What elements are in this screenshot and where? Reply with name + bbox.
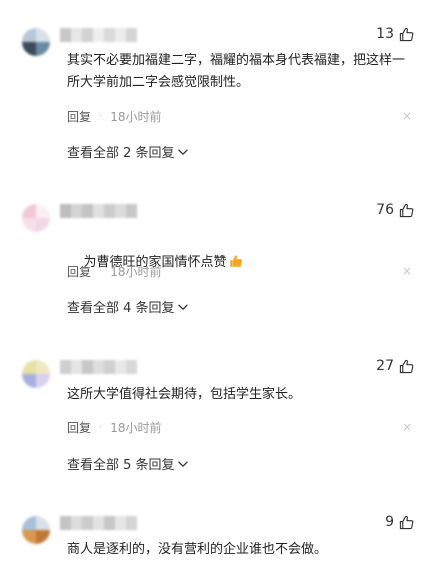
see-all-replies-button[interactable]: 查看全部 5 条回复 xyxy=(67,454,188,473)
chevron-down-icon xyxy=(177,304,188,310)
avatar-pixel xyxy=(22,42,36,56)
see-all-replies-label: 查看全部 2 条回复 xyxy=(67,146,175,161)
avatar-pixel xyxy=(22,374,36,388)
like-button[interactable]: 13 xyxy=(376,26,414,42)
like-count: 13 xyxy=(376,26,394,42)
avatar-pixel xyxy=(22,218,36,232)
comment-text: 这所大学值得社会期待，包括学生家长。 xyxy=(67,387,302,402)
avatar[interactable] xyxy=(22,360,50,388)
avatar-pixel xyxy=(22,516,36,530)
avatar[interactable] xyxy=(22,204,50,232)
comment-text: 其实不必要加福建二字，福耀的福本身代表福建，把这样一所大学前加二字会感觉限制性。 xyxy=(67,53,406,90)
chevron-down-icon xyxy=(177,149,188,155)
like-count: 76 xyxy=(376,202,394,218)
reply-button[interactable]: 回复 xyxy=(67,108,91,125)
like-button[interactable]: 27 xyxy=(376,358,414,374)
meta-separator: · xyxy=(99,111,103,122)
avatar-pixel xyxy=(36,360,50,374)
reply-button[interactable]: 回复 xyxy=(67,263,91,280)
comment-text: 商人是逐利的，没有营利的企业谁也不会做。 xyxy=(67,542,328,557)
see-all-replies-button[interactable]: 查看全部 2 条回复 xyxy=(67,142,188,161)
avatar[interactable] xyxy=(22,516,50,544)
avatar-pixel xyxy=(22,530,36,544)
username[interactable] xyxy=(60,28,146,42)
thumbs-up-icon xyxy=(399,203,414,217)
comment-time: 18小时前 xyxy=(110,265,162,279)
avatar-pixel xyxy=(36,218,50,232)
thumbs-up-icon xyxy=(399,27,414,41)
comment-time: 18小时前 xyxy=(110,110,162,124)
close-icon[interactable]: × xyxy=(402,420,412,434)
avatar-pixel xyxy=(36,42,50,56)
comment-time: 18小时前 xyxy=(110,421,162,435)
like-count: 9 xyxy=(385,514,394,530)
thumbs-up-emoji-icon xyxy=(229,255,242,267)
like-count: 27 xyxy=(376,358,394,374)
like-button[interactable]: 76 xyxy=(376,202,414,218)
thumbs-up-icon xyxy=(399,359,414,373)
meta-separator: · xyxy=(99,422,103,433)
see-all-replies-button[interactable]: 查看全部 4 条回复 xyxy=(67,297,188,316)
thumbs-up-icon xyxy=(399,515,414,529)
avatar-pixel xyxy=(22,360,36,374)
avatar[interactable] xyxy=(22,28,50,56)
username[interactable] xyxy=(60,204,146,218)
reply-button[interactable]: 回复 xyxy=(67,419,91,436)
chevron-down-icon xyxy=(177,461,188,467)
username[interactable] xyxy=(60,360,146,374)
avatar-pixel xyxy=(36,516,50,530)
comment-meta: 回复 · 18小时前 xyxy=(67,419,161,436)
like-button[interactable]: 9 xyxy=(385,514,414,530)
comment-meta: 回复 · 18小时前 xyxy=(67,108,161,125)
meta-separator: · xyxy=(99,266,103,277)
avatar-pixel xyxy=(22,204,36,218)
see-all-replies-label: 查看全部 5 条回复 xyxy=(67,458,175,473)
close-icon[interactable]: × xyxy=(402,109,412,123)
close-icon[interactable]: × xyxy=(402,264,412,278)
comment-meta: 回复 · 18小时前 xyxy=(67,263,161,280)
avatar-pixel xyxy=(36,530,50,544)
avatar-pixel xyxy=(36,374,50,388)
avatar-pixel xyxy=(22,28,36,42)
see-all-replies-label: 查看全部 4 条回复 xyxy=(67,301,175,316)
avatar-pixel xyxy=(36,204,50,218)
username[interactable] xyxy=(60,516,146,530)
avatar-pixel xyxy=(36,28,50,42)
